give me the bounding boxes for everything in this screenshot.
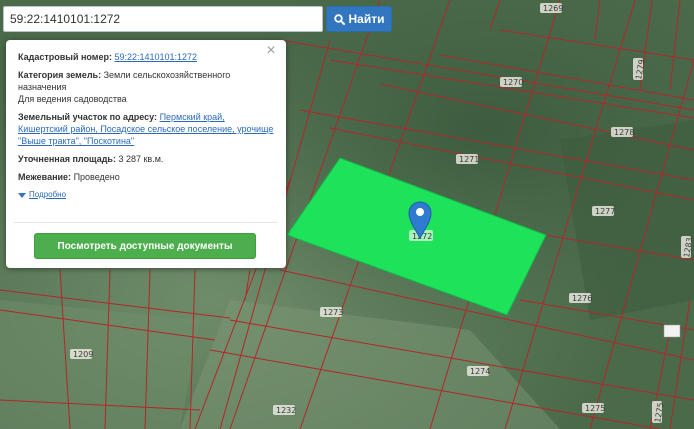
field-patch	[0, 300, 200, 429]
survey-row: Межевание: Проведено	[18, 171, 274, 183]
plot-label-1232: 1232	[273, 405, 296, 415]
survey-label: Межевание:	[18, 172, 72, 182]
address-label: Земельный участок по адресу:	[18, 112, 158, 122]
search-bar: Найти	[3, 6, 392, 32]
plot-label-text: 1278	[614, 128, 634, 137]
caret-down-icon	[18, 192, 26, 198]
plot-label-text: 1275	[585, 404, 605, 413]
search-input[interactable]	[3, 6, 323, 32]
plot-label-1277: 1277	[592, 206, 615, 216]
search-button-label: Найти	[348, 12, 385, 26]
plot-label-text: 1209	[73, 350, 93, 359]
cadastral-row: Кадастровый номер: 59:22:1410101:1272	[18, 51, 274, 63]
usage-value: Для ведения садоводства	[18, 94, 127, 104]
plot-label-1209: 1209	[70, 349, 93, 359]
plot-label-1270: 1270	[500, 77, 523, 87]
plot-label-text: 1232	[276, 406, 296, 415]
plot-label-text: 1269	[543, 4, 563, 13]
area-row: Уточненная площадь: 3 287 кв.м.	[18, 153, 274, 165]
cadastral-link[interactable]: 59:22:1410101:1272	[114, 52, 197, 62]
cadastral-label: Кадастровый номер:	[18, 52, 112, 62]
area-value: 3 287 кв.м.	[118, 154, 164, 164]
plot-label-1269: 1269	[540, 3, 563, 13]
popup-divider	[14, 222, 278, 223]
plot-label-1274: 1274	[467, 366, 490, 376]
plot-label-1271: 1271	[456, 154, 479, 164]
details-toggle[interactable]: Подробно	[18, 189, 274, 201]
plot-label-1275: 1275	[582, 403, 605, 413]
category-row: Категория земель: Земли сельскохозяйстве…	[18, 69, 274, 105]
details-link[interactable]: Подробно	[29, 189, 66, 201]
search-button[interactable]: Найти	[326, 6, 392, 32]
plot-label-text: 1276	[572, 294, 592, 303]
plot-label-text: 1271	[459, 155, 479, 164]
area-label: Уточненная площадь:	[18, 154, 116, 164]
plot-label-1273: 1273	[320, 307, 343, 317]
survey-value: Проведено	[73, 172, 120, 182]
plot-label-text: 1273	[323, 308, 343, 317]
map-tile-icon[interactable]	[663, 324, 681, 338]
category-label: Категория земель:	[18, 70, 102, 80]
plot-label-1278: 1278	[611, 127, 634, 137]
address-row: Земельный участок по адресу: Пермский кр…	[18, 111, 274, 147]
parcel-info-popup: × Кадастровый номер: 59:22:1410101:1272 …	[6, 40, 286, 268]
plot-label-1276: 1276	[569, 293, 592, 303]
plot-label-text: 1270	[503, 78, 523, 87]
view-documents-button[interactable]: Посмотреть доступные документы	[34, 233, 256, 259]
search-icon	[333, 13, 345, 25]
plot-label-text: 1277	[595, 207, 615, 216]
close-icon[interactable]: ×	[264, 43, 278, 59]
plot-label-text: 1274	[470, 367, 490, 376]
